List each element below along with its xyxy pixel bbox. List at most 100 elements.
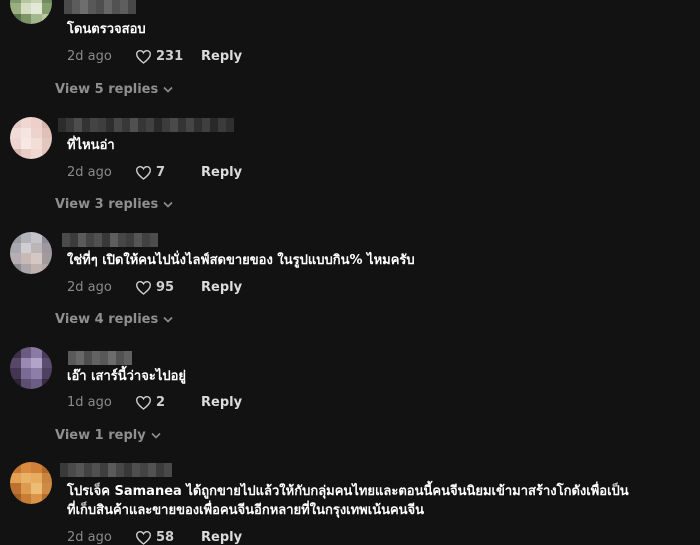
- username-pixel: [104, 0, 112, 14]
- username-pixel: [114, 118, 122, 132]
- avatar-pixel: [31, 462, 42, 473]
- like-count: 231: [156, 48, 184, 64]
- avatar[interactable]: [10, 232, 52, 274]
- username-pixel: [60, 463, 68, 477]
- chevron-down-icon: [163, 201, 173, 208]
- username-pixel: [146, 118, 154, 132]
- view-replies-button[interactable]: View 4 replies: [55, 309, 173, 329]
- avatar-pixel: [20, 263, 31, 274]
- view-replies-button[interactable]: View 1 reply: [55, 425, 161, 445]
- avatar-pixel: [20, 117, 31, 128]
- username-pixel: [110, 233, 118, 247]
- avatar-pixel: [41, 127, 52, 138]
- avatar-pixel: [31, 13, 42, 24]
- username-pixel: [68, 463, 76, 477]
- username-blurred[interactable]: [58, 118, 234, 132]
- avatar-pixel: [10, 263, 21, 274]
- reply-button[interactable]: Reply: [201, 165, 242, 180]
- avatar-pixel: [31, 263, 42, 274]
- username-blurred[interactable]: [64, 0, 136, 14]
- username-pixel: [156, 463, 164, 477]
- view-replies-button[interactable]: View 3 replies: [55, 194, 173, 214]
- reply-button[interactable]: Reply: [201, 395, 242, 410]
- reply-button[interactable]: Reply: [201, 280, 242, 295]
- username-pixel: [178, 118, 186, 132]
- username-pixel: [134, 233, 142, 247]
- comment-date: 2d ago: [67, 529, 112, 545]
- like-count: 95: [156, 279, 175, 295]
- avatar[interactable]: [10, 462, 52, 504]
- username-pixel: [74, 118, 82, 132]
- avatar-pixel: [31, 138, 42, 149]
- avatar-pixel: [31, 357, 42, 368]
- avatar-pixel: [20, 13, 31, 24]
- avatar-pixel: [10, 232, 21, 243]
- like-button[interactable]: 2: [135, 395, 201, 410]
- username-pixel: [58, 118, 66, 132]
- username-pixel: [130, 118, 138, 132]
- reply-button[interactable]: Reply: [201, 49, 242, 64]
- username-pixel: [96, 0, 104, 14]
- username-pixel: [108, 463, 116, 477]
- avatar-pixel: [20, 368, 31, 379]
- comment-meta: 2d ago 58 Reply: [67, 527, 242, 545]
- username-pixel: [186, 118, 194, 132]
- avatar-pixel: [20, 357, 31, 368]
- like-button[interactable]: 231: [135, 49, 201, 64]
- username-blurred[interactable]: [68, 351, 132, 365]
- like-button[interactable]: 58: [135, 530, 201, 545]
- like-count: 7: [156, 164, 166, 180]
- username-pixel: [100, 351, 108, 365]
- username-pixel: [118, 233, 126, 247]
- avatar-pixel: [31, 493, 42, 504]
- avatar-pixel: [10, 347, 21, 358]
- avatar-pixel: [10, 368, 21, 379]
- avatar-pixel: [41, 347, 52, 358]
- avatar-pixel: [10, 253, 21, 264]
- avatar-pixel: [41, 3, 52, 14]
- avatar-pixel: [41, 138, 52, 149]
- avatar-pixel: [41, 253, 52, 264]
- username-blurred[interactable]: [60, 463, 172, 477]
- username-pixel: [102, 233, 110, 247]
- username-pixel: [124, 463, 132, 477]
- username-blurred[interactable]: [62, 233, 158, 247]
- like-button[interactable]: 95: [135, 280, 201, 295]
- avatar[interactable]: [10, 117, 52, 159]
- avatar-pixel: [31, 368, 42, 379]
- reply-button[interactable]: Reply: [201, 530, 242, 545]
- avatar-pixel: [20, 483, 31, 494]
- like-button[interactable]: 7: [135, 165, 201, 180]
- username-pixel: [154, 118, 162, 132]
- username-pixel: [86, 233, 94, 247]
- view-replies-button[interactable]: View 5 replies: [55, 79, 173, 99]
- avatar-pixel: [31, 378, 42, 389]
- avatar-pixel: [10, 138, 21, 149]
- avatar[interactable]: [10, 0, 52, 24]
- username-pixel: [162, 118, 170, 132]
- avatar-pixel: [41, 232, 52, 243]
- avatar-pixel: [41, 462, 52, 473]
- comment-text: โปรเจ็ค Samanea ได้ถูกขายไปแล้วให้กับกลุ…: [67, 484, 629, 499]
- username-pixel: [108, 351, 116, 365]
- username-pixel: [64, 0, 72, 14]
- username-pixel: [194, 118, 202, 132]
- avatar-pixel: [20, 242, 31, 253]
- avatar-pixel: [10, 357, 21, 368]
- view-replies-label: View 4 replies: [55, 311, 159, 327]
- username-pixel: [142, 233, 150, 247]
- avatar-pixel: [10, 493, 21, 504]
- chevron-down-icon: [163, 86, 173, 93]
- avatar-pixel: [41, 13, 52, 24]
- avatar-pixel: [31, 127, 42, 138]
- avatar[interactable]: [10, 347, 52, 389]
- heart-icon: [135, 395, 152, 410]
- username-pixel: [218, 118, 226, 132]
- heart-icon: [135, 165, 152, 180]
- username-pixel: [226, 118, 234, 132]
- avatar-pixel: [20, 347, 31, 358]
- avatar-pixel: [10, 462, 21, 473]
- username-pixel: [122, 118, 130, 132]
- username-pixel: [148, 463, 156, 477]
- username-pixel: [76, 351, 84, 365]
